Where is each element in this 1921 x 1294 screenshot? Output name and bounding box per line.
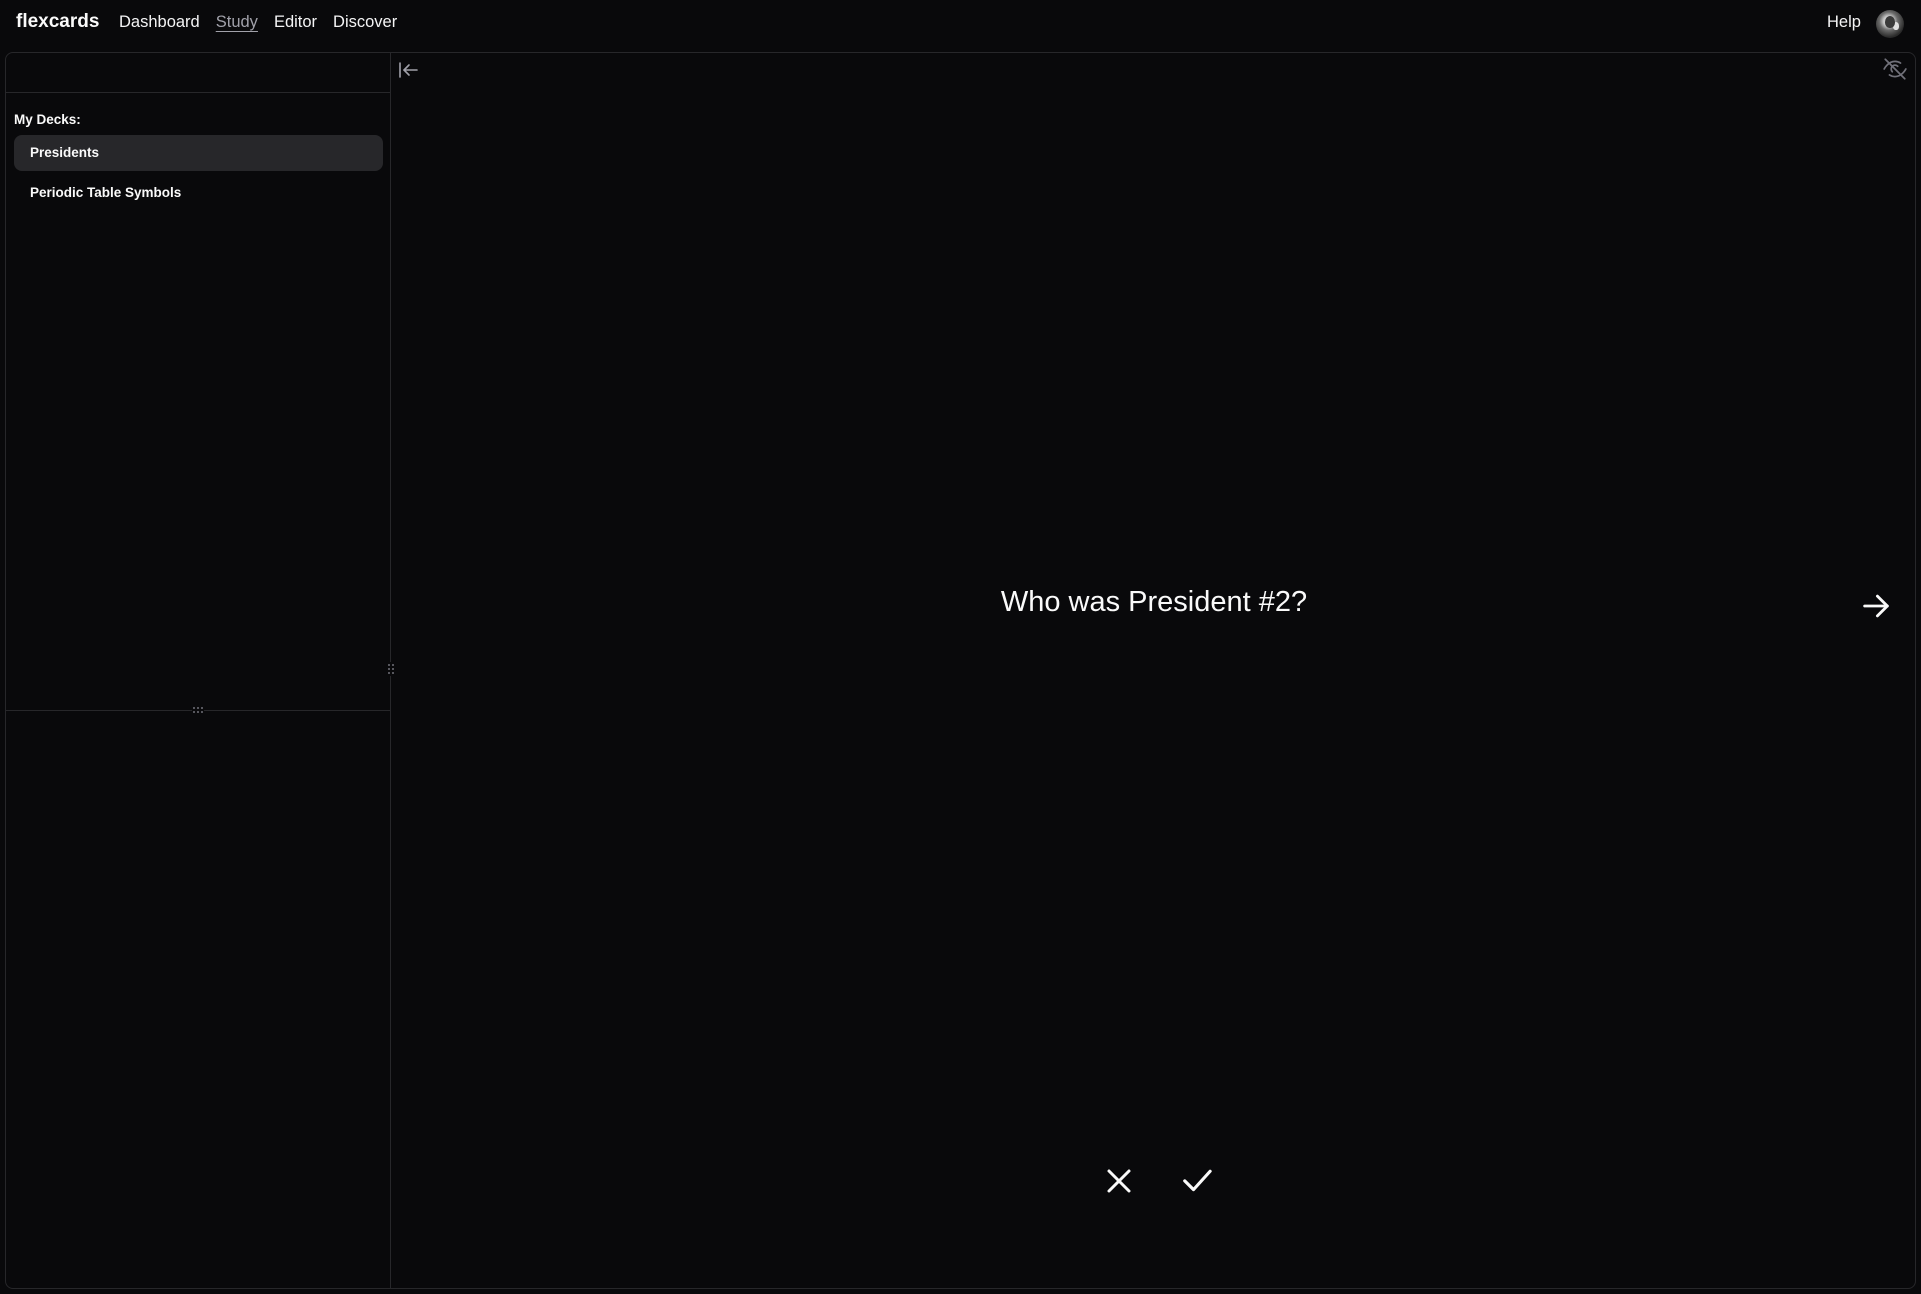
deck-item-presidents[interactable]: Presidents [14, 135, 383, 171]
user-avatar[interactable] [1876, 10, 1904, 38]
eye-off-icon [1883, 58, 1907, 80]
collapse-sidebar-button[interactable] [396, 58, 420, 82]
collapse-sidebar-icon [399, 62, 418, 78]
nav-discover[interactable]: Discover [333, 13, 397, 32]
nav-study[interactable]: Study [216, 13, 258, 32]
nav-dashboard[interactable]: Dashboard [119, 13, 200, 32]
sidebar-header [6, 53, 390, 93]
mark-wrong-button[interactable] [1099, 1161, 1139, 1201]
card-question: Who was President #2? [1000, 586, 1308, 618]
main-nav: Dashboard Study Editor Discover [119, 13, 397, 32]
arrow-right-icon [1863, 594, 1889, 618]
top-nav-bar: flexcards Dashboard Study Editor Discove… [0, 0, 1921, 46]
vertical-resize-handle[interactable] [192, 706, 204, 714]
help-link[interactable]: Help [1827, 13, 1861, 32]
next-card-button[interactable] [1859, 589, 1893, 623]
mark-correct-button[interactable] [1176, 1159, 1218, 1201]
study-panel: My Decks: Presidents Periodic Table Symb… [5, 52, 1916, 1289]
brand-logo[interactable]: flexcards [16, 11, 99, 33]
horizontal-resize-handle[interactable] [387, 662, 395, 676]
deck-item-periodic-table-symbols[interactable]: Periodic Table Symbols [14, 175, 383, 211]
deck-sidebar: My Decks: Presidents Periodic Table Symb… [6, 53, 391, 1288]
x-icon [1107, 1169, 1131, 1193]
decks-heading: My Decks: [14, 112, 81, 127]
hide-answer-button[interactable] [1882, 56, 1908, 82]
nav-editor[interactable]: Editor [274, 13, 317, 32]
check-icon [1183, 1169, 1212, 1192]
